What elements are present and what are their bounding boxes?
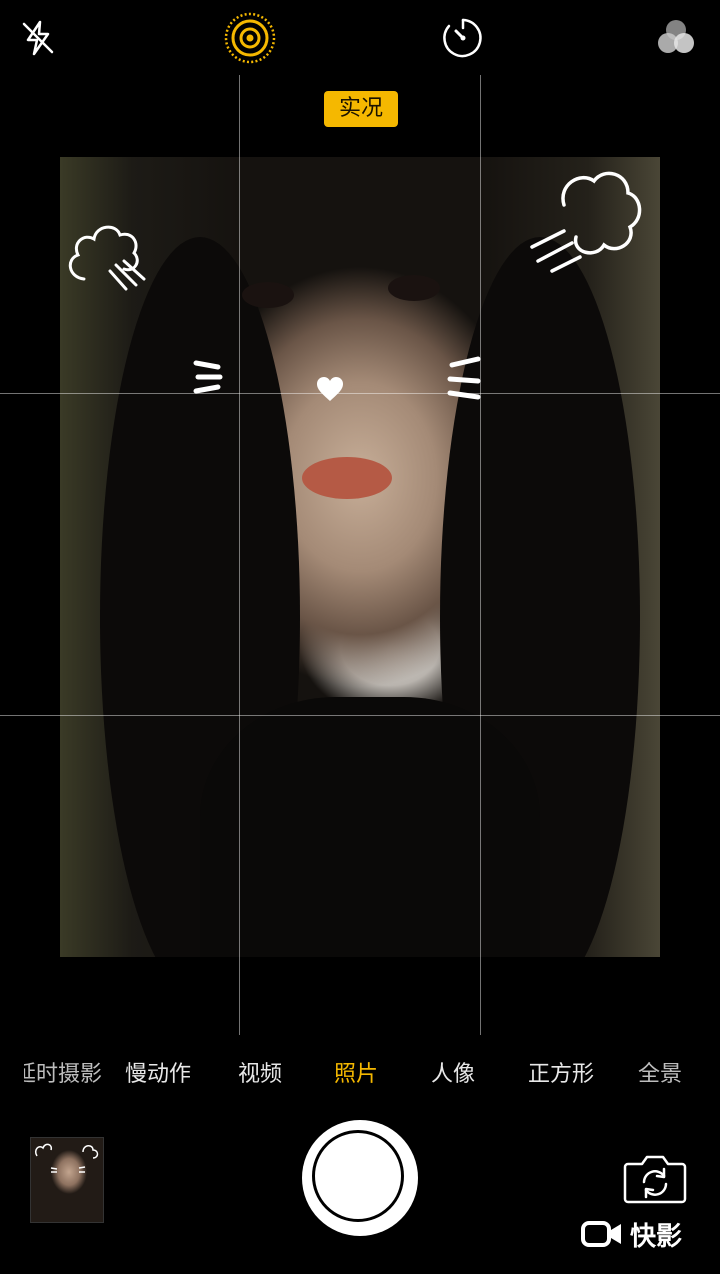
steam-cloud-sticker-left (68, 225, 146, 291)
grid-line-vertical-1 (239, 75, 240, 1035)
camera-mode-strip: 延时摄影 慢动作 视频 照片 人像 正方形 全景 (0, 1053, 720, 1097)
live-photo-icon[interactable] (224, 12, 276, 64)
mode-video[interactable]: 视频 (238, 1053, 282, 1097)
grid-line-horizontal-2 (0, 715, 720, 716)
flash-off-icon[interactable] (12, 12, 64, 64)
top-bar (0, 0, 720, 80)
mode-time-lapse[interactable]: 延时摄影 (24, 1053, 102, 1097)
subject-lips (302, 457, 392, 499)
camera-viewfinder[interactable] (60, 157, 660, 957)
whiskers-sticker-right (447, 356, 481, 400)
mode-portrait[interactable]: 人像 (431, 1053, 475, 1097)
steam-cloud-sticker-right (530, 171, 642, 273)
shutter-button-inner (312, 1130, 404, 1222)
grid-line-horizontal-1 (0, 393, 720, 394)
subject-eye-left (242, 282, 294, 308)
whiskers-sticker-left (193, 360, 223, 394)
filters-icon[interactable] (650, 12, 702, 64)
mode-pano[interactable]: 全景 (638, 1053, 682, 1097)
timer-icon[interactable] (437, 12, 489, 64)
shutter-button[interactable] (302, 1120, 418, 1236)
camera-flip-icon[interactable] (622, 1152, 688, 1204)
subject-body (200, 697, 540, 957)
app-watermark: 快影 (580, 1214, 682, 1254)
mode-photo[interactable]: 照片 (334, 1053, 378, 1097)
kuaiying-logo-icon (581, 1221, 621, 1247)
thumbnail-stickers (34, 1143, 99, 1173)
watermark-label: 快影 (630, 1221, 683, 1252)
last-photo-thumbnail[interactable] (30, 1137, 104, 1223)
mode-square[interactable]: 正方形 (528, 1053, 594, 1097)
live-badge[interactable]: 实况 (324, 91, 398, 127)
heart-nose-sticker (317, 377, 343, 401)
mode-slo-mo[interactable]: 慢动作 (125, 1053, 191, 1097)
grid-line-vertical-2 (480, 75, 481, 1035)
subject-eye-right (388, 275, 440, 301)
